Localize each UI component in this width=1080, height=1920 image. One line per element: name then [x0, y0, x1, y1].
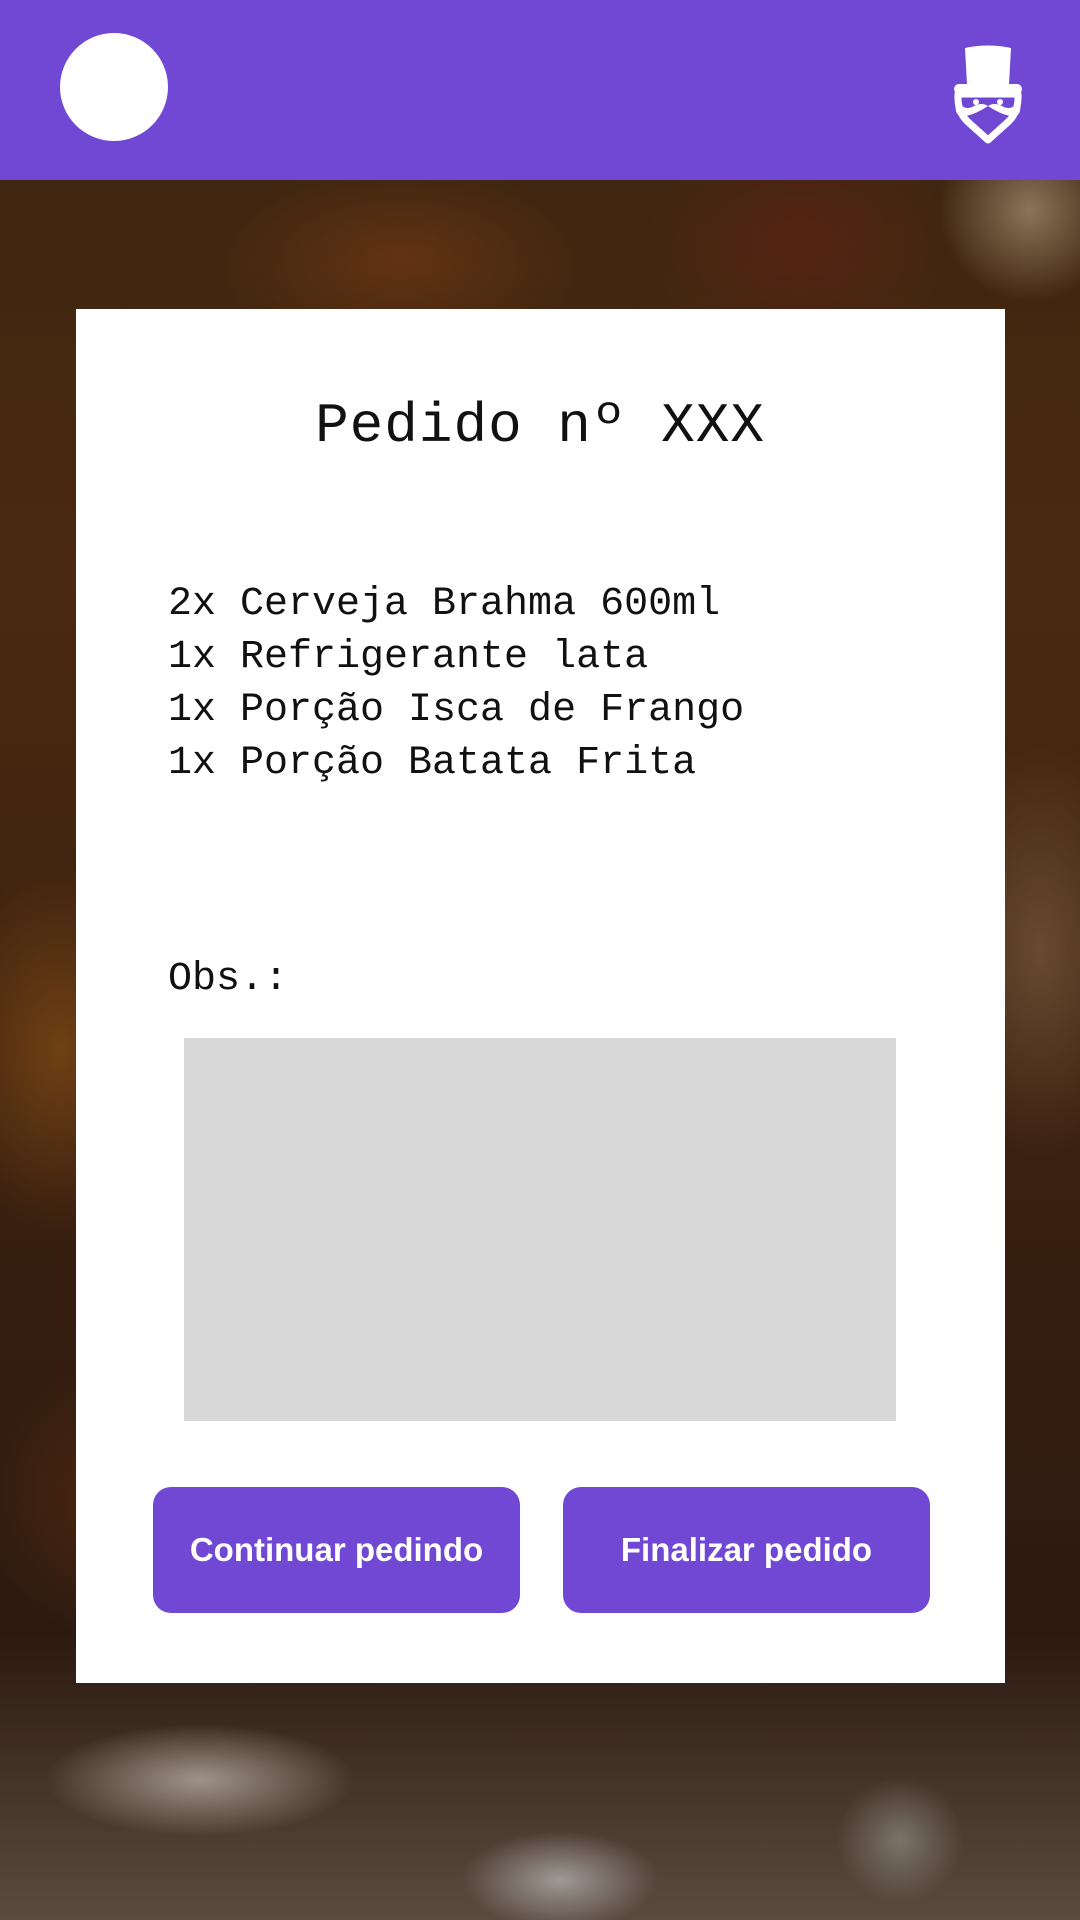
order-item: 1x Refrigerante lata — [168, 635, 649, 680]
avatar[interactable] — [60, 33, 168, 141]
order-item: 1x Porção Isca de Frango — [168, 688, 745, 733]
order-items-list: 2x Cerveja Brahma 600ml 1x Refrigerante … — [168, 578, 744, 790]
top-bar — [0, 0, 1080, 180]
obs-textarea[interactable] — [184, 1038, 896, 1421]
order-title: Pedido nº XXX — [315, 394, 765, 458]
top-hat-mustache-icon — [954, 45, 1022, 144]
order-item: 1x Porção Batata Frita — [168, 741, 697, 786]
continue-ordering-button[interactable]: Continuar pedindo — [153, 1487, 520, 1613]
finish-order-button[interactable]: Finalizar pedido — [563, 1487, 930, 1613]
order-item: 2x Cerveja Brahma 600ml — [168, 582, 721, 627]
obs-label: Obs.: — [168, 957, 289, 1002]
